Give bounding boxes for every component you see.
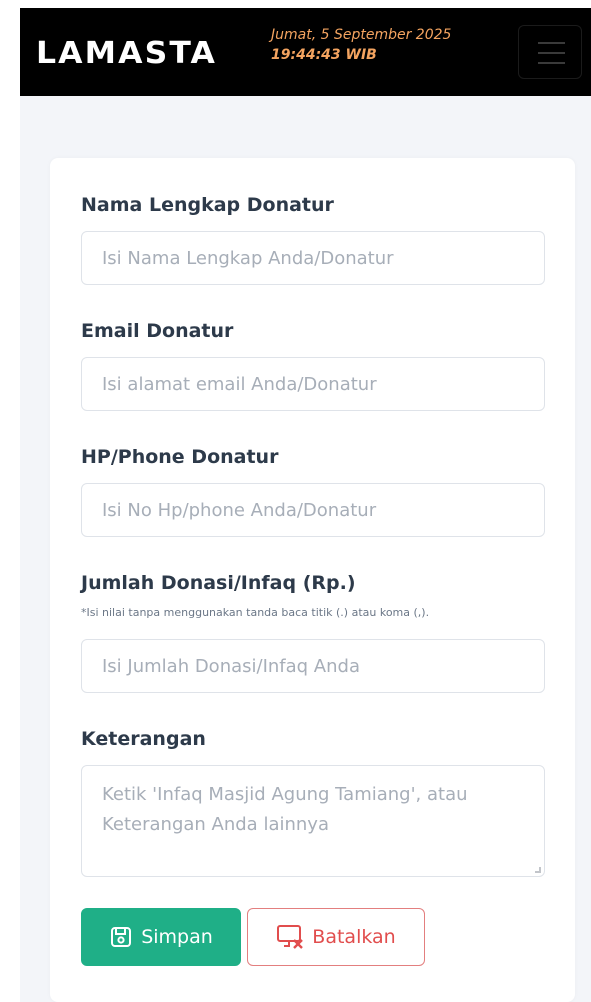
hamburger-menu-icon-bar — [538, 52, 565, 54]
hamburger-menu-icon — [538, 42, 565, 44]
email-input[interactable]: Isi alamat email Anda/Donatur — [81, 357, 545, 411]
hamburger-menu-icon-bar — [538, 62, 565, 64]
top-navbar: LAMASTA Jumat, 5 September 2025 19:44:43… — [20, 8, 591, 96]
save-icon — [111, 927, 132, 947]
save-button[interactable]: Simpan — [81, 908, 241, 966]
notes-label: Keterangan — [81, 728, 206, 750]
save-button-label: Simpan — [141, 926, 213, 948]
notes-textarea[interactable]: Ketik 'Infaq Masjid Agung Tamiang', atau… — [81, 765, 545, 877]
phone-input[interactable]: Isi No Hp/phone Anda/Donatur — [81, 483, 545, 537]
email-label: Email Donatur — [81, 320, 234, 342]
donation-amount-input[interactable]: Isi Jumlah Donasi/Infaq Anda — [81, 639, 545, 693]
full-name-label: Nama Lengkap Donatur — [81, 194, 334, 216]
menu-toggle-button[interactable] — [518, 25, 582, 79]
notes-placeholder: Ketik 'Infaq Masjid Agung Tamiang', atau… — [102, 784, 468, 835]
resize-handle-icon[interactable] — [535, 867, 541, 873]
donation-form: Nama Lengkap Donatur Isi Nama Lengkap An… — [50, 158, 575, 1002]
email-placeholder: Isi alamat email Anda/Donatur — [102, 373, 377, 395]
page-content: Nama Lengkap Donatur Isi Nama Lengkap An… — [20, 96, 591, 1002]
date-time-display: Jumat, 5 September 2025 19:44:43 WIB — [271, 25, 451, 65]
full-name-placeholder: Isi Nama Lengkap Anda/Donatur — [102, 247, 394, 269]
cancel-button[interactable]: Batalkan — [247, 908, 425, 966]
donation-amount-label: Jumlah Donasi/Infaq (Rp.) — [81, 572, 356, 594]
donation-amount-placeholder: Isi Jumlah Donasi/Infaq Anda — [102, 655, 360, 677]
donation-amount-hint: *Isi nilai tanpa menggunakan tanda baca … — [81, 606, 430, 619]
phone-placeholder: Isi No Hp/phone Anda/Donatur — [102, 499, 377, 521]
current-time: 19:44:43 WIB — [271, 47, 377, 63]
full-name-input[interactable]: Isi Nama Lengkap Anda/Donatur — [81, 231, 545, 285]
cancel-screen-icon — [277, 925, 304, 949]
phone-label: HP/Phone Donatur — [81, 446, 279, 468]
cancel-button-label: Batalkan — [312, 926, 396, 948]
current-date: Jumat, 5 September 2025 — [271, 27, 452, 43]
brand-logo[interactable]: LAMASTA — [36, 36, 217, 71]
